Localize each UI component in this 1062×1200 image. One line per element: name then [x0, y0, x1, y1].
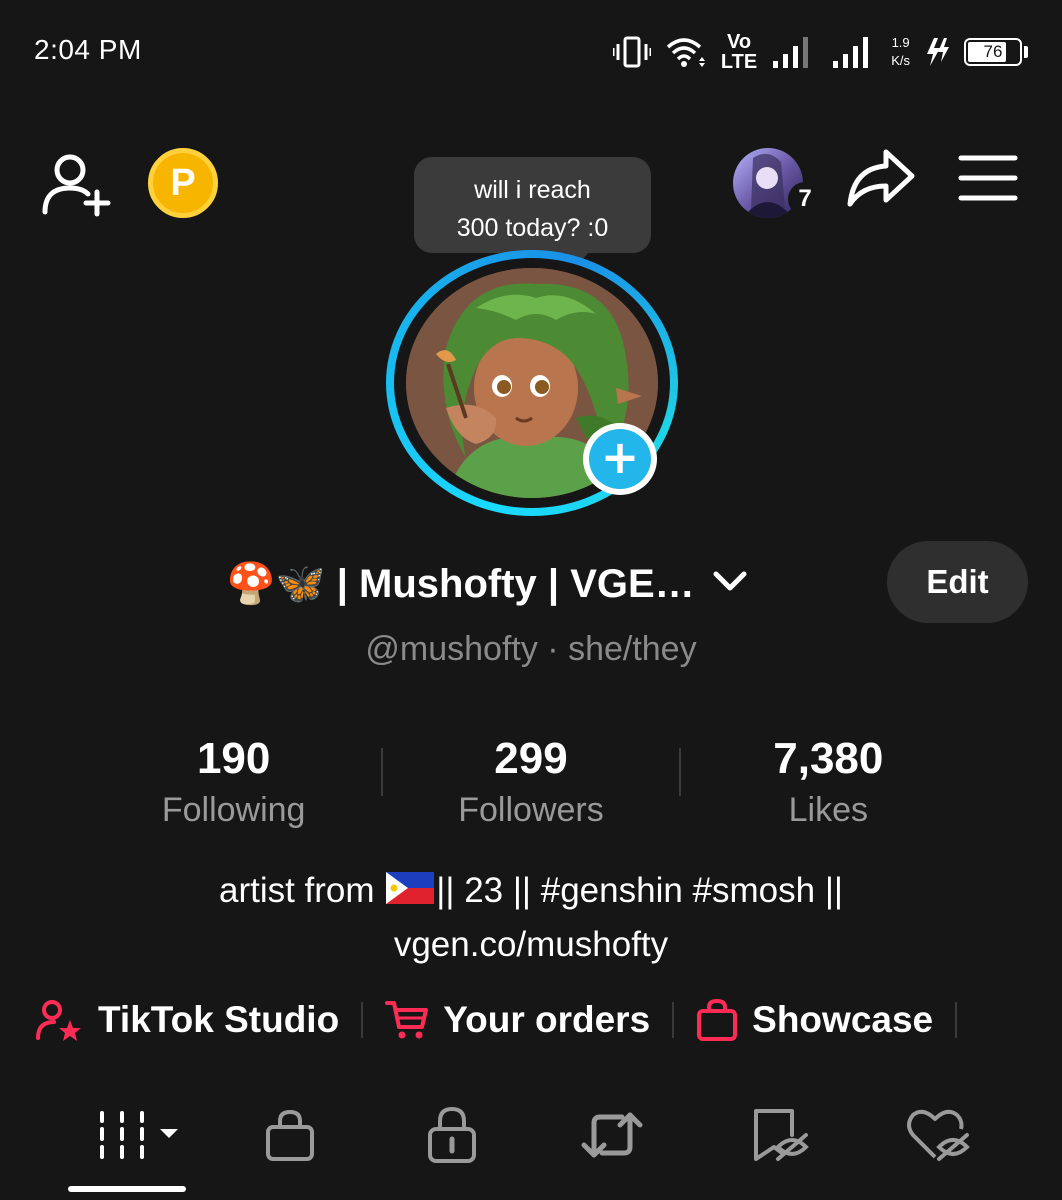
followers-count: 299 — [494, 734, 568, 783]
edit-profile-button[interactable]: Edit — [887, 541, 1028, 623]
bio-text-before-flag: artist from — [218, 871, 385, 910]
volte-indicator: Vo LTE — [721, 32, 757, 72]
likes-count: 7,380 — [773, 734, 884, 783]
volte-top-text: Vo — [727, 31, 752, 53]
add-friends-icon[interactable] — [40, 148, 114, 218]
following-label: Following — [161, 791, 306, 829]
net-speed: 1.9 K/s — [891, 34, 910, 70]
followers-label: Followers — [458, 791, 604, 829]
note-line-1: will i reach — [474, 176, 591, 204]
cart-icon — [385, 1001, 429, 1039]
fast-charge-icon — [924, 36, 950, 68]
stat-likes[interactable]: 7,380 Likes — [681, 730, 976, 830]
profile-bio: artist from || 23 || #genshin #smosh || … — [0, 864, 1062, 972]
chevron-down-icon[interactable] — [713, 570, 747, 596]
bio-text-after-flag: || 23 || #genshin #smosh || — [436, 871, 844, 910]
profile-name-row[interactable]: 🍄🦋 | Mushofty | VGE… — [226, 550, 747, 616]
bio-line-1: artist from || 23 || #genshin #smosh || — [0, 864, 1062, 918]
philippines-flag-icon — [386, 872, 435, 904]
videos-grid-icon — [100, 1111, 178, 1159]
signal-icon-sim1 — [771, 34, 817, 70]
battery-percent: 76 — [983, 42, 1003, 61]
tab-favorites[interactable] — [746, 1092, 812, 1178]
liked-hidden-icon — [907, 1109, 970, 1161]
battery-icon: 76 — [964, 38, 1028, 66]
share-icon[interactable] — [846, 146, 916, 210]
link-divider — [672, 1002, 675, 1038]
profile-content-tabs — [0, 1092, 1062, 1178]
status-icons: Vo LTE 1.9 K/s 76 — [612, 30, 1028, 74]
wifi-icon — [665, 35, 707, 69]
coins-button[interactable]: P — [148, 148, 218, 218]
status-time: 2:04 PM — [34, 34, 142, 65]
your-orders-label: Your orders — [443, 999, 651, 1040]
stat-following[interactable]: 190 Following — [86, 730, 381, 830]
private-lock-icon — [428, 1106, 476, 1163]
bio-link[interactable]: vgen.co/mushofty — [0, 918, 1062, 972]
your-orders-link[interactable]: Your orders — [385, 999, 650, 1041]
link-divider — [361, 1002, 364, 1038]
tiktok-studio-link[interactable]: TikTok Studio — [36, 998, 339, 1042]
note-line-2: 300 today? :0 — [456, 214, 609, 242]
tab-shop[interactable] — [258, 1092, 322, 1178]
username-pronouns: @mushofty · she/they — [365, 630, 697, 668]
plus-icon: + — [600, 430, 640, 484]
likes-label: Likes — [788, 791, 868, 829]
showcase-link[interactable]: Showcase — [696, 998, 933, 1042]
signal-icon-sim2 — [831, 34, 877, 70]
add-story-button[interactable]: + — [583, 423, 657, 495]
vibrate-icon — [612, 35, 651, 69]
link-divider — [955, 1002, 958, 1038]
menu-icon[interactable] — [958, 152, 1018, 204]
active-tab-indicator — [68, 1186, 186, 1192]
showcase-label: Showcase — [752, 999, 934, 1040]
story-count-badge: 7 — [788, 182, 822, 216]
shop-bag-icon — [266, 1109, 314, 1161]
following-count: 190 — [196, 734, 271, 783]
profile-stats: 190 Following 299 Followers 7,380 Likes — [86, 730, 976, 830]
net-speed-unit: K/s — [891, 53, 910, 68]
display-name: 🍄🦋 | Mushofty | VGE… — [226, 561, 695, 606]
quick-links: TikTok Studio Your orders Showcase — [36, 990, 979, 1050]
tiktok-studio-label: TikTok Studio — [98, 999, 340, 1040]
tab-private[interactable] — [420, 1092, 484, 1178]
tab-videos[interactable] — [90, 1092, 186, 1178]
volte-bottom-text: LTE — [720, 51, 758, 73]
tab-liked[interactable] — [904, 1092, 972, 1178]
coin-label: P — [170, 161, 196, 204]
user-star-icon — [36, 1000, 81, 1041]
shopping-bag-icon — [697, 998, 738, 1041]
net-speed-value: 1.9 — [891, 35, 910, 50]
status-bar: 2:04 PM Vo LTE 1.9 K/s 76 — [0, 0, 1062, 100]
repost-icon — [581, 1112, 643, 1158]
stat-followers[interactable]: 299 Followers — [383, 730, 678, 830]
profile-note-bubble[interactable]: will i reach 300 today? :0 — [414, 157, 651, 253]
favorites-hidden-icon — [754, 1109, 809, 1161]
tab-reposts[interactable] — [578, 1092, 646, 1178]
